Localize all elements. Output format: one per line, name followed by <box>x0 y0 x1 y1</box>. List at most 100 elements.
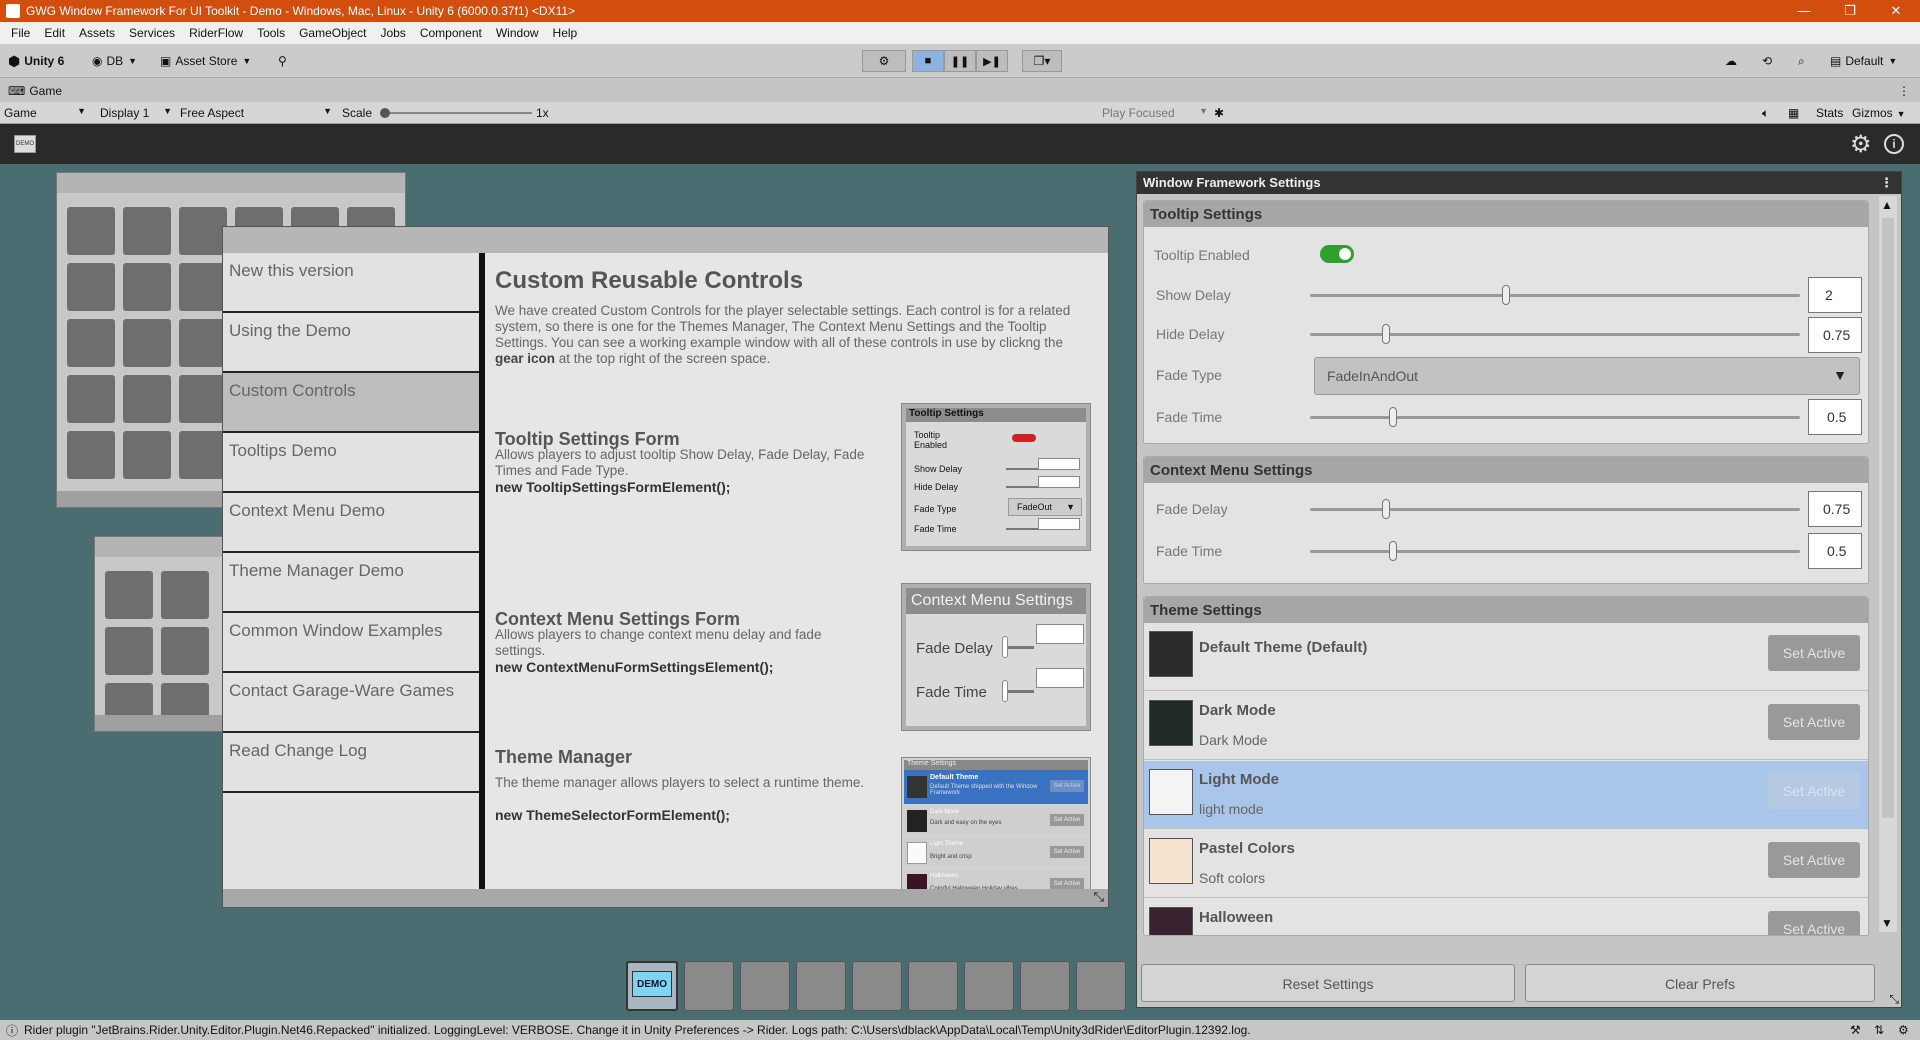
hide-delay-knob[interactable] <box>1381 324 1390 344</box>
menu-item-services[interactable]: Services <box>129 26 175 40</box>
fade-type-dropdown[interactable]: FadeInAndOut ▼ <box>1314 357 1860 395</box>
scroll-down-icon[interactable]: ▼ <box>1881 916 1893 930</box>
close-icon[interactable]: ✕ <box>1876 0 1916 22</box>
pause-icon[interactable]: ❚❚ <box>944 50 976 72</box>
bug-icon[interactable]: ✱ <box>1214 106 1224 120</box>
scroll-thumb[interactable] <box>1882 218 1894 818</box>
hide-delay-input[interactable]: 0.75 <box>1808 317 1862 353</box>
aspect-dropdown[interactable]: Free Aspect ▼ <box>180 106 332 120</box>
grid-window-small[interactable] <box>94 536 234 732</box>
grid-tile[interactable] <box>179 375 227 423</box>
set-active-button[interactable]: Set Active <box>1768 842 1860 878</box>
nav-item-4[interactable]: Tooltips Demo <box>223 433 479 493</box>
nav-item-7[interactable]: Common Window Examples <box>223 613 479 673</box>
resize-icon[interactable]: ⤡ <box>1889 992 1899 1007</box>
context-fade-delay-input[interactable]: 0.75 <box>1808 491 1862 527</box>
grid-tile[interactable] <box>179 263 227 311</box>
dock-slot[interactable] <box>740 961 790 1011</box>
window-header[interactable] <box>95 537 233 557</box>
network-icon[interactable]: ⇅ <box>1874 1023 1884 1037</box>
play-icon[interactable]: ■ <box>912 50 944 72</box>
playmode-settings-icon[interactable]: ⚙ <box>862 50 906 72</box>
set-active-button[interactable]: Set Active <box>1768 635 1860 671</box>
menu-item-file[interactable]: File <box>11 26 30 40</box>
grid-tile[interactable] <box>123 263 171 311</box>
grid-tile[interactable] <box>179 319 227 367</box>
version-control-icon[interactable]: ⚲ <box>278 50 287 72</box>
nav-item-1[interactable]: New this version <box>223 253 479 313</box>
account-dropdown[interactable]: ◉ DB ▼ <box>92 50 137 72</box>
search-icon[interactable]: ⌕ <box>1798 50 1805 72</box>
more-options-icon[interactable]: ⋮ <box>1898 84 1910 98</box>
theme-row[interactable]: Dark Mode Dark Mode Set Active <box>1144 692 1868 760</box>
context-fade-time-knob[interactable] <box>1389 541 1398 561</box>
grid-tile[interactable] <box>161 627 209 675</box>
grid-tile[interactable] <box>179 207 227 255</box>
menu-item-jobs[interactable]: Jobs <box>380 26 405 40</box>
context-fade-delay-knob[interactable] <box>1381 499 1390 519</box>
shortcuts-icon[interactable]: ▦ <box>1788 106 1799 120</box>
grid-tile[interactable] <box>123 431 171 479</box>
theme-row[interactable]: Pastel Colors Soft colors Set Active <box>1144 830 1868 898</box>
dock-slot[interactable] <box>1020 961 1070 1011</box>
show-delay-knob[interactable] <box>1502 285 1510 305</box>
grid-tile[interactable] <box>123 319 171 367</box>
fade-time-knob[interactable] <box>1389 407 1398 427</box>
grid-tile[interactable] <box>67 207 115 255</box>
settings-scrollbar[interactable]: ▲ ▼ <box>1879 196 1897 932</box>
dock-slot[interactable] <box>852 961 902 1011</box>
dock-slot[interactable] <box>964 961 1014 1011</box>
dock-slot[interactable] <box>684 961 734 1011</box>
nav-item-8[interactable]: Contact Garage-Ware Games <box>223 673 479 733</box>
layout-dropdown[interactable]: ▤ Default ▼ <box>1830 50 1897 72</box>
grid-tile[interactable] <box>123 375 171 423</box>
reset-settings-button[interactable]: Reset Settings <box>1141 964 1515 1002</box>
menu-item-riderflow[interactable]: RiderFlow <box>189 26 243 40</box>
set-active-button[interactable]: Set Active <box>1768 911 1860 935</box>
grid-tile[interactable] <box>123 207 171 255</box>
grid-tile[interactable] <box>67 319 115 367</box>
restore-icon[interactable]: ❐ <box>1830 0 1870 22</box>
scale-slider-knob[interactable] <box>380 108 390 118</box>
nav-item-6[interactable]: Theme Manager Demo <box>223 553 479 613</box>
grid-tile[interactable] <box>67 263 115 311</box>
nav-item-2[interactable]: Using the Demo <box>223 313 479 373</box>
grid-tile[interactable] <box>179 431 227 479</box>
menu-item-window[interactable]: Window <box>496 26 539 40</box>
scroll-up-icon[interactable]: ▲ <box>1881 198 1893 212</box>
tooltip-enabled-toggle[interactable] <box>1320 245 1354 263</box>
game-mode-dropdown[interactable]: Game ▼ <box>4 106 88 120</box>
context-fade-time-slider[interactable] <box>1310 550 1800 553</box>
menu-item-gameobject[interactable]: GameObject <box>299 26 366 40</box>
unity-account-button[interactable]: ⬢ Unity 6 <box>8 50 64 72</box>
grid-tile[interactable] <box>105 571 153 619</box>
minimize-icon[interactable]: — <box>1784 0 1824 22</box>
context-fade-time-input[interactable]: 0.5 <box>1808 533 1862 569</box>
dock-slot[interactable] <box>1076 961 1126 1011</box>
cloud-icon[interactable]: ☁ <box>1725 50 1737 72</box>
theme-row[interactable]: Default Theme (Default) Set Active <box>1144 623 1868 691</box>
status-text[interactable]: Rider plugin "JetBrains.Rider.Unity.Edit… <box>24 1023 1251 1037</box>
dock-demo-button[interactable]: DEMO <box>626 961 678 1011</box>
menu-item-component[interactable]: Component <box>420 26 482 40</box>
step-icon[interactable]: ▶❚ <box>976 50 1008 72</box>
history-icon[interactable]: ⟲ <box>1762 50 1772 72</box>
fade-time-input[interactable]: 0.5 <box>1808 399 1862 435</box>
mute-icon[interactable]: 🔈︎ <box>1762 106 1769 121</box>
play-focused-dropdown[interactable]: Play Focused ▼ <box>1102 106 1208 120</box>
settings-icon[interactable]: ⚙ <box>1898 1023 1909 1037</box>
fade-time-slider[interactable] <box>1310 416 1800 419</box>
demo-window-icon[interactable]: DEMO <box>14 135 36 153</box>
tab-game[interactable]: ⌨ Game <box>8 84 62 98</box>
nav-item-9[interactable]: Read Change Log <box>223 733 479 793</box>
theme-row[interactable]: Light Mode light mode Set Active <box>1144 761 1868 829</box>
scale-slider[interactable] <box>384 112 532 114</box>
menu-item-assets[interactable]: Assets <box>79 26 115 40</box>
gizmos-dropdown[interactable]: Gizmos ▼ <box>1852 106 1906 120</box>
menu-item-edit[interactable]: Edit <box>44 26 65 40</box>
build-icon[interactable]: ⚒ <box>1850 1023 1861 1037</box>
show-delay-slider[interactable] <box>1310 294 1800 297</box>
settings-header[interactable]: Window Framework Settings ⋮ <box>1137 172 1901 194</box>
grid-tile[interactable] <box>161 571 209 619</box>
nav-item-3[interactable]: Custom Controls <box>223 373 479 433</box>
